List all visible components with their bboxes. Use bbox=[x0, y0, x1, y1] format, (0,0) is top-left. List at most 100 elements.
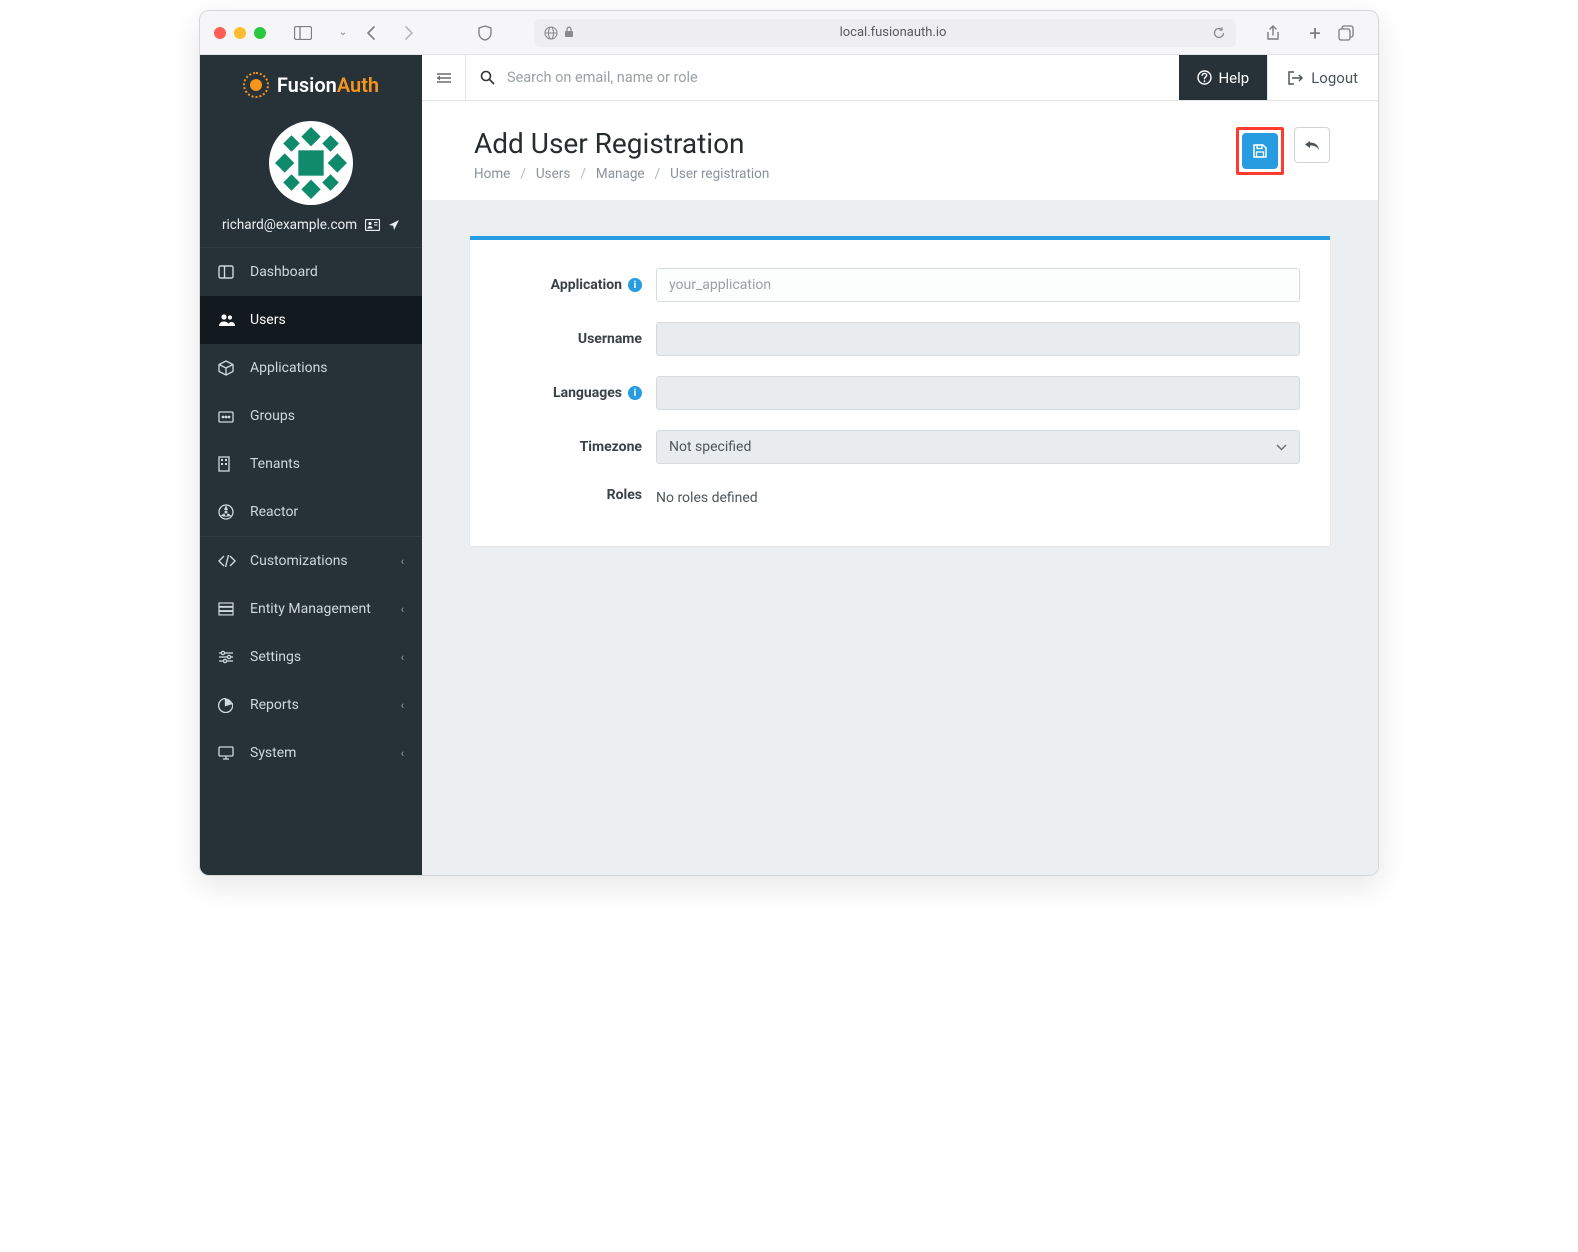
sidebar-item-settings[interactable]: Settings ‹ bbox=[200, 633, 422, 681]
sidebar-item-label: Groups bbox=[250, 408, 295, 424]
breadcrumb: Home/ Users/ Manage/ User registration bbox=[474, 166, 769, 182]
pie-chart-icon bbox=[218, 698, 236, 713]
url-bar[interactable]: local.fusionauth.io bbox=[534, 19, 1236, 47]
form-card: Application i Username bbox=[470, 236, 1330, 546]
chevron-left-icon: ‹ bbox=[401, 747, 404, 760]
logout-icon bbox=[1288, 71, 1303, 85]
sidebar-item-label: Entity Management bbox=[250, 601, 371, 617]
save-button[interactable] bbox=[1242, 133, 1278, 169]
brand-name-b: Auth bbox=[337, 73, 379, 97]
user-email-line: richard@example.com bbox=[200, 217, 422, 233]
close-window-icon[interactable] bbox=[214, 27, 226, 39]
username-label: Username bbox=[578, 331, 642, 347]
code-icon bbox=[218, 555, 236, 567]
sidebar: FusionAuth richard@example.com bbox=[200, 55, 422, 875]
sidebar-item-label: System bbox=[250, 745, 296, 761]
languages-input[interactable] bbox=[656, 376, 1300, 410]
info-icon[interactable]: i bbox=[628, 386, 642, 400]
url-text: local.fusionauth.io bbox=[840, 25, 947, 40]
topbar: Help Logout bbox=[422, 55, 1378, 101]
nav-back-icon[interactable] bbox=[366, 26, 392, 40]
sidebar-item-label: Settings bbox=[250, 649, 301, 665]
sidebar-item-users[interactable]: Users bbox=[200, 296, 422, 344]
sidebar-item-reactor[interactable]: Reactor bbox=[200, 488, 422, 536]
tabs-icon[interactable] bbox=[1338, 25, 1364, 41]
lock-icon bbox=[564, 26, 574, 40]
collapse-sidebar-button[interactable] bbox=[422, 55, 466, 100]
dashboard-icon bbox=[218, 265, 236, 279]
sidebar-toggle-icon[interactable] bbox=[294, 26, 320, 40]
database-icon bbox=[218, 602, 236, 616]
share-icon[interactable] bbox=[1266, 25, 1292, 41]
zoom-window-icon[interactable] bbox=[254, 27, 266, 39]
save-button-highlight bbox=[1236, 127, 1284, 175]
crumb[interactable]: Users bbox=[536, 166, 570, 182]
nav-forward-icon[interactable] bbox=[402, 26, 428, 40]
sidebar-item-label: Customizations bbox=[250, 553, 348, 569]
chevron-down-icon[interactable]: ⌄ bbox=[330, 27, 356, 38]
sidebar-item-label: Applications bbox=[250, 360, 328, 376]
building-icon bbox=[218, 456, 236, 472]
sidebar-item-dashboard[interactable]: Dashboard bbox=[200, 248, 422, 296]
monitor-icon bbox=[218, 746, 236, 760]
site-settings-icon bbox=[544, 26, 558, 40]
languages-label: Languages bbox=[553, 385, 622, 401]
roles-value: No roles defined bbox=[656, 484, 1300, 506]
chevron-down-icon bbox=[1276, 444, 1287, 451]
sidebar-item-entity-management[interactable]: Entity Management ‹ bbox=[200, 585, 422, 633]
brand-mark-icon bbox=[243, 72, 269, 98]
username-input[interactable] bbox=[656, 322, 1300, 356]
new-tab-icon[interactable]: + bbox=[1302, 26, 1328, 40]
minimize-window-icon[interactable] bbox=[234, 27, 246, 39]
back-button[interactable] bbox=[1294, 127, 1330, 163]
sidebar-item-reports[interactable]: Reports ‹ bbox=[200, 681, 422, 729]
location-arrow-icon[interactable] bbox=[388, 219, 400, 231]
crumb: User registration bbox=[670, 166, 769, 182]
shield-icon[interactable] bbox=[478, 25, 504, 41]
chevron-left-icon: ‹ bbox=[401, 603, 404, 616]
roles-label: Roles bbox=[607, 487, 642, 503]
brand-name-a: Fusion bbox=[277, 73, 337, 97]
sidebar-item-applications[interactable]: Applications bbox=[200, 344, 422, 392]
info-icon[interactable]: i bbox=[628, 278, 642, 292]
timezone-select[interactable]: Not specified bbox=[656, 430, 1300, 464]
sidebar-item-customizations[interactable]: Customizations ‹ bbox=[200, 537, 422, 585]
cube-icon bbox=[218, 360, 236, 376]
search-input[interactable] bbox=[507, 69, 1165, 86]
page-header: Add User Registration Home/ Users/ Manag… bbox=[422, 101, 1378, 200]
timezone-label: Timezone bbox=[580, 439, 642, 455]
sidebar-item-tenants[interactable]: Tenants bbox=[200, 440, 422, 488]
window-controls bbox=[214, 27, 266, 39]
logout-button[interactable]: Logout bbox=[1267, 55, 1378, 100]
sidebar-item-system[interactable]: System ‹ bbox=[200, 729, 422, 777]
help-button[interactable]: Help bbox=[1179, 55, 1267, 100]
application-label: Application bbox=[551, 277, 622, 293]
sidebar-item-label: Dashboard bbox=[250, 264, 318, 280]
chevron-left-icon: ‹ bbox=[401, 555, 404, 568]
undo-icon bbox=[1304, 138, 1320, 152]
reload-icon[interactable] bbox=[1212, 26, 1226, 40]
crumb[interactable]: Manage bbox=[596, 166, 645, 182]
user-email: richard@example.com bbox=[222, 217, 357, 233]
browser-chrome: ⌄ local.fusionauth.io bbox=[200, 11, 1378, 55]
crumb[interactable]: Home bbox=[474, 166, 510, 182]
users-icon bbox=[218, 313, 236, 327]
help-icon bbox=[1197, 70, 1212, 85]
sidebar-item-label: Reports bbox=[250, 697, 299, 713]
sidebar-item-label: Tenants bbox=[250, 456, 300, 472]
sidebar-item-label: Users bbox=[250, 312, 286, 328]
timezone-value: Not specified bbox=[669, 439, 751, 455]
logout-label: Logout bbox=[1311, 69, 1358, 87]
sidebar-item-groups[interactable]: Groups bbox=[200, 392, 422, 440]
help-label: Help bbox=[1218, 69, 1249, 87]
page-title: Add User Registration bbox=[474, 127, 769, 160]
vcard-icon[interactable] bbox=[365, 219, 380, 231]
chevron-left-icon: ‹ bbox=[401, 699, 404, 712]
application-input[interactable] bbox=[656, 268, 1300, 302]
brand-logo: FusionAuth bbox=[200, 55, 422, 115]
sidebar-item-label: Reactor bbox=[250, 504, 298, 520]
chevron-left-icon: ‹ bbox=[401, 651, 404, 664]
sliders-icon bbox=[218, 650, 236, 664]
search-icon bbox=[480, 70, 495, 85]
avatar bbox=[269, 121, 353, 205]
